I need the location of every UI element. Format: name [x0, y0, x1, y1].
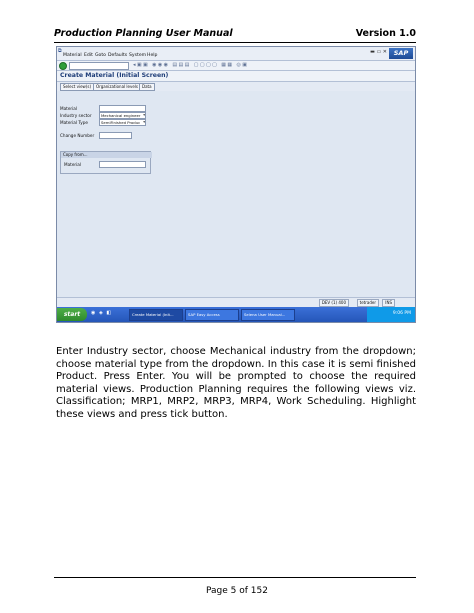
initial-screen-content: Material Industry sector Mechanical engi…	[57, 92, 415, 297]
copy-from-group: Copy from... Material	[60, 151, 152, 174]
application-toolbar: Select view(s) Organizational levels Dat…	[57, 82, 415, 91]
dropdown-icon[interactable]: ▾	[143, 120, 145, 125]
change-number-label: Change Number	[60, 133, 95, 138]
menu-system[interactable]: System	[129, 53, 146, 58]
standard-toolbar: ◂▣▣ ◉◉◉ ▤▤▤ ▢▢▢▢ ▦▦ ◎▣	[57, 61, 415, 71]
taskbar-item[interactable]: SAP Easy Access	[185, 309, 239, 321]
system-tray: 9:06 PM	[367, 307, 415, 322]
status-server: tetrader	[356, 299, 379, 307]
copy-from-title: Copy from...	[61, 152, 152, 158]
menu-goto[interactable]: Goto	[95, 53, 106, 58]
command-field[interactable]	[69, 62, 129, 70]
material-type-select[interactable]: SemiFinished Produc ▾	[99, 119, 146, 126]
menu-bar: ⧉ Material Edit Goto Defaults System Hel…	[57, 47, 415, 61]
document-version: Version 1.0	[355, 28, 416, 39]
footer-rule	[54, 577, 416, 578]
quick-launch-icons[interactable]: ◉ ◈ ◧	[91, 310, 112, 316]
copy-material-input[interactable]	[99, 161, 146, 168]
menu-help[interactable]: Help	[147, 53, 157, 58]
menu-edit[interactable]: Edit	[84, 53, 93, 58]
menu-defaults[interactable]: Defaults	[108, 53, 127, 58]
select-views-button[interactable]: Select view(s)	[60, 83, 95, 91]
material-label: Material	[60, 106, 78, 111]
window-controls-icon[interactable]: ▬ ▭ ✕	[370, 49, 387, 55]
taskbar-item[interactable]: Create Material (Init...	[129, 309, 183, 321]
start-button[interactable]: start	[57, 308, 87, 321]
material-type-value: SemiFinished Produc	[101, 120, 141, 125]
taskbar-item[interactable]: Selena User Manual...	[241, 309, 295, 321]
menu-material[interactable]: Material	[63, 53, 82, 58]
status-bar: DEV (1) 400 tetrader INS	[57, 297, 415, 307]
industry-sector-label: Industry sector	[60, 113, 92, 118]
material-input[interactable]	[99, 105, 146, 112]
status-mode[interactable]: INS	[382, 299, 395, 307]
industry-sector-value: Mechanical engineer	[101, 113, 141, 118]
page-number: Page 5 of 152	[206, 586, 268, 596]
copy-material-label: Material	[64, 162, 82, 167]
screen-title-bar: Create Material (Initial Screen)	[57, 71, 415, 82]
instruction-paragraph: Enter Industry sector, choose Mechanical…	[56, 346, 416, 420]
change-number-input[interactable]	[99, 132, 132, 139]
sap-screenshot: ⧉ Material Edit Goto Defaults System Hel…	[56, 46, 416, 323]
data-button[interactable]: Data	[139, 83, 155, 91]
dropdown-icon[interactable]: ▾	[143, 113, 145, 118]
sap-window-icon: ⧉	[58, 48, 62, 54]
material-type-label: Material Type	[60, 120, 88, 125]
organizational-levels-button[interactable]: Organizational levels	[93, 83, 142, 91]
enter-check-icon[interactable]	[59, 62, 67, 70]
screen-title: Create Material (Initial Screen)	[60, 72, 169, 79]
industry-sector-select[interactable]: Mechanical engineer ▾	[99, 112, 146, 119]
page-header: Production Planning User Manual Version …	[54, 28, 416, 43]
windows-taskbar: start ◉ ◈ ◧ Create Material (Init... SAP…	[57, 307, 415, 322]
status-system[interactable]: DEV (1) 400	[318, 299, 349, 307]
sap-logo: SAP	[389, 48, 413, 59]
document-title: Production Planning User Manual	[54, 28, 233, 39]
toolbar-icons[interactable]: ◂▣▣ ◉◉◉ ▤▤▤ ▢▢▢▢ ▦▦ ◎▣	[133, 62, 248, 68]
clock: 9:06 PM	[392, 311, 411, 316]
